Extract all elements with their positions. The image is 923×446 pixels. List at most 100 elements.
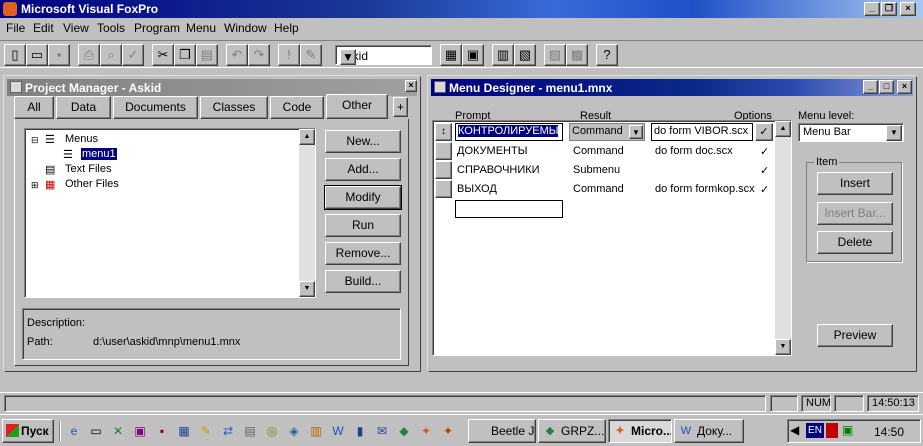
delete-button[interactable]: Delete xyxy=(817,231,893,254)
undo-icon[interactable]: ↶ xyxy=(226,44,248,66)
tool-icon[interactable]: ◈ xyxy=(286,423,302,439)
modify-button[interactable]: Modify xyxy=(324,185,402,210)
row-mover-icon[interactable] xyxy=(435,161,452,179)
insert-bar-button[interactable]: Insert Bar... xyxy=(817,202,893,225)
menu-menu[interactable]: Menu xyxy=(186,21,216,35)
disc-icon[interactable]: ◎ xyxy=(264,423,280,439)
menu-item-result[interactable]: Command xyxy=(573,183,624,195)
project-tree[interactable]: ⊟ ☰ Menus ☰ menu1 ▤ Text Files ⊞ ▦ Other… xyxy=(24,128,316,298)
menu-level-select[interactable]: Menu Bar ▼ xyxy=(798,123,904,142)
task-beetle[interactable]: Beetle Ju ... xyxy=(468,419,536,443)
expand-icon[interactable]: ⊞ xyxy=(31,180,39,191)
pencil-icon[interactable]: ✎ xyxy=(198,423,214,439)
scroll-down-icon[interactable]: ▼ xyxy=(775,339,791,355)
tab-documents[interactable]: Documents xyxy=(113,96,198,119)
tab-data[interactable]: Data xyxy=(56,96,111,119)
menu-item-prompt[interactable]: СПРАВОЧНИКИ xyxy=(457,164,540,176)
autoreport-icon[interactable]: ▩ xyxy=(566,44,588,66)
task-document[interactable]: W Доку... xyxy=(674,419,744,443)
close-button[interactable]: × xyxy=(900,2,916,16)
menu-item-result[interactable]: Submenu xyxy=(573,164,620,176)
insert-button[interactable]: Insert xyxy=(817,172,893,195)
scroll-down-icon[interactable]: ▼ xyxy=(299,281,315,297)
restore-button[interactable]: ❐ xyxy=(881,2,897,16)
tree-scrollbar[interactable]: ▲ ▼ xyxy=(299,129,315,297)
prompt-input[interactable]: КОНТРОЛИРУЕМЫ xyxy=(455,123,563,141)
minimize-button[interactable]: _ xyxy=(864,2,880,16)
row-mover-icon[interactable] xyxy=(435,142,452,160)
save-disk-icon[interactable]: ▪ xyxy=(154,423,170,439)
tree-node-menu1[interactable]: menu1 xyxy=(81,148,117,160)
row-mover-icon[interactable]: ↕ xyxy=(435,123,452,141)
print-icon[interactable]: ⎙ xyxy=(78,44,100,66)
explorer-icon[interactable]: ▦ xyxy=(176,423,192,439)
scroll-up-icon[interactable]: ▲ xyxy=(299,129,315,145)
network-status-icon[interactable]: ▣ xyxy=(842,423,853,437)
autoform-icon[interactable]: ▨ xyxy=(544,44,566,66)
command-input[interactable]: do form VIBOR.scx xyxy=(651,123,753,141)
redo-icon[interactable]: ↷ xyxy=(248,44,270,66)
row-mover-icon[interactable] xyxy=(435,180,452,198)
project-combo[interactable]: askid ▼ xyxy=(335,45,432,65)
data-session-icon[interactable]: ▣ xyxy=(462,44,484,66)
foxpro-icon[interactable]: ✦ xyxy=(418,423,434,439)
new-button[interactable]: New... xyxy=(325,130,401,153)
word-icon[interactable]: W xyxy=(330,423,346,439)
access-icon[interactable]: ▣ xyxy=(132,423,148,439)
result-select[interactable]: Command ▼ xyxy=(569,123,645,141)
excel-icon[interactable]: ✕ xyxy=(110,423,126,439)
menu-file[interactable]: File xyxy=(6,21,25,35)
tree-node-menus[interactable]: Menus xyxy=(65,133,98,145)
print-preview-icon[interactable]: ⌕ xyxy=(100,44,122,66)
report-wizard-icon[interactable]: ▧ xyxy=(514,44,536,66)
run-button[interactable]: Run xyxy=(325,214,401,237)
foxpro-alt-icon[interactable]: ✦ xyxy=(440,423,456,439)
collapse-icon[interactable]: ⊟ xyxy=(31,135,39,146)
language-indicator[interactable]: EN xyxy=(806,423,824,438)
form-wizard-icon[interactable]: ▥ xyxy=(492,44,514,66)
tab-classes[interactable]: Classes xyxy=(200,96,268,119)
paste-icon[interactable]: ▤ xyxy=(196,44,218,66)
menu-item-option[interactable]: ✓ xyxy=(760,145,769,158)
pm-close-icon[interactable]: × xyxy=(405,80,417,92)
ie-icon[interactable]: e xyxy=(66,423,82,439)
options-button[interactable]: ✓ xyxy=(755,123,773,141)
menu-item-prompt[interactable]: ВЫХОД xyxy=(457,183,497,195)
modify-icon[interactable]: ✎ xyxy=(300,44,322,66)
menu-help[interactable]: Help xyxy=(274,21,299,35)
start-button[interactable]: Пуск xyxy=(2,419,54,443)
copy-icon[interactable]: ❐ xyxy=(174,44,196,66)
help-icon[interactable]: ? xyxy=(596,44,618,66)
tab-code[interactable]: Code xyxy=(270,96,324,119)
grid-scrollbar[interactable]: ▲ ▼ xyxy=(775,121,791,355)
open-icon[interactable]: ▭ xyxy=(26,44,48,66)
scanner-icon[interactable]: ▤ xyxy=(242,423,258,439)
expand-button[interactable]: + xyxy=(393,97,408,117)
tree-node-other-files[interactable]: Other Files xyxy=(65,178,119,190)
md-minimize-button[interactable]: _ xyxy=(863,80,878,94)
menu-view[interactable]: View xyxy=(63,21,89,35)
chevron-down-icon[interactable]: ▼ xyxy=(629,125,643,139)
cut-icon[interactable]: ✂ xyxy=(152,44,174,66)
tab-other[interactable]: Other xyxy=(326,94,388,119)
menu-item-option[interactable]: ✓ xyxy=(760,164,769,177)
save-icon[interactable]: ▪ xyxy=(48,44,70,66)
preview-button[interactable]: Preview xyxy=(817,324,893,347)
add-button[interactable]: Add... xyxy=(325,158,401,181)
winrar-icon[interactable]: ▥ xyxy=(308,423,324,439)
tree-node-text-files[interactable]: Text Files xyxy=(65,163,111,175)
scroll-up-icon[interactable]: ▲ xyxy=(775,121,791,137)
menu-item-option[interactable]: ✓ xyxy=(760,183,769,196)
menu-edit[interactable]: Edit xyxy=(33,21,54,35)
menu-tools[interactable]: Tools xyxy=(97,21,125,35)
chevron-down-icon[interactable]: ▼ xyxy=(340,49,356,65)
menu-item-command[interactable]: do form formkop.scx xyxy=(655,183,755,195)
desktop-icon[interactable]: ▭ xyxy=(88,423,104,439)
task-microsoft[interactable]: ✦ Micro... xyxy=(608,419,672,443)
mail-icon[interactable]: ✉ xyxy=(374,423,390,439)
new-icon[interactable]: ▯ xyxy=(4,44,26,66)
menu-window[interactable]: Window xyxy=(224,21,267,35)
run-icon[interactable]: ! xyxy=(278,44,300,66)
md-maximize-button[interactable]: □ xyxy=(879,80,894,94)
remove-button[interactable]: Remove... xyxy=(325,242,401,265)
